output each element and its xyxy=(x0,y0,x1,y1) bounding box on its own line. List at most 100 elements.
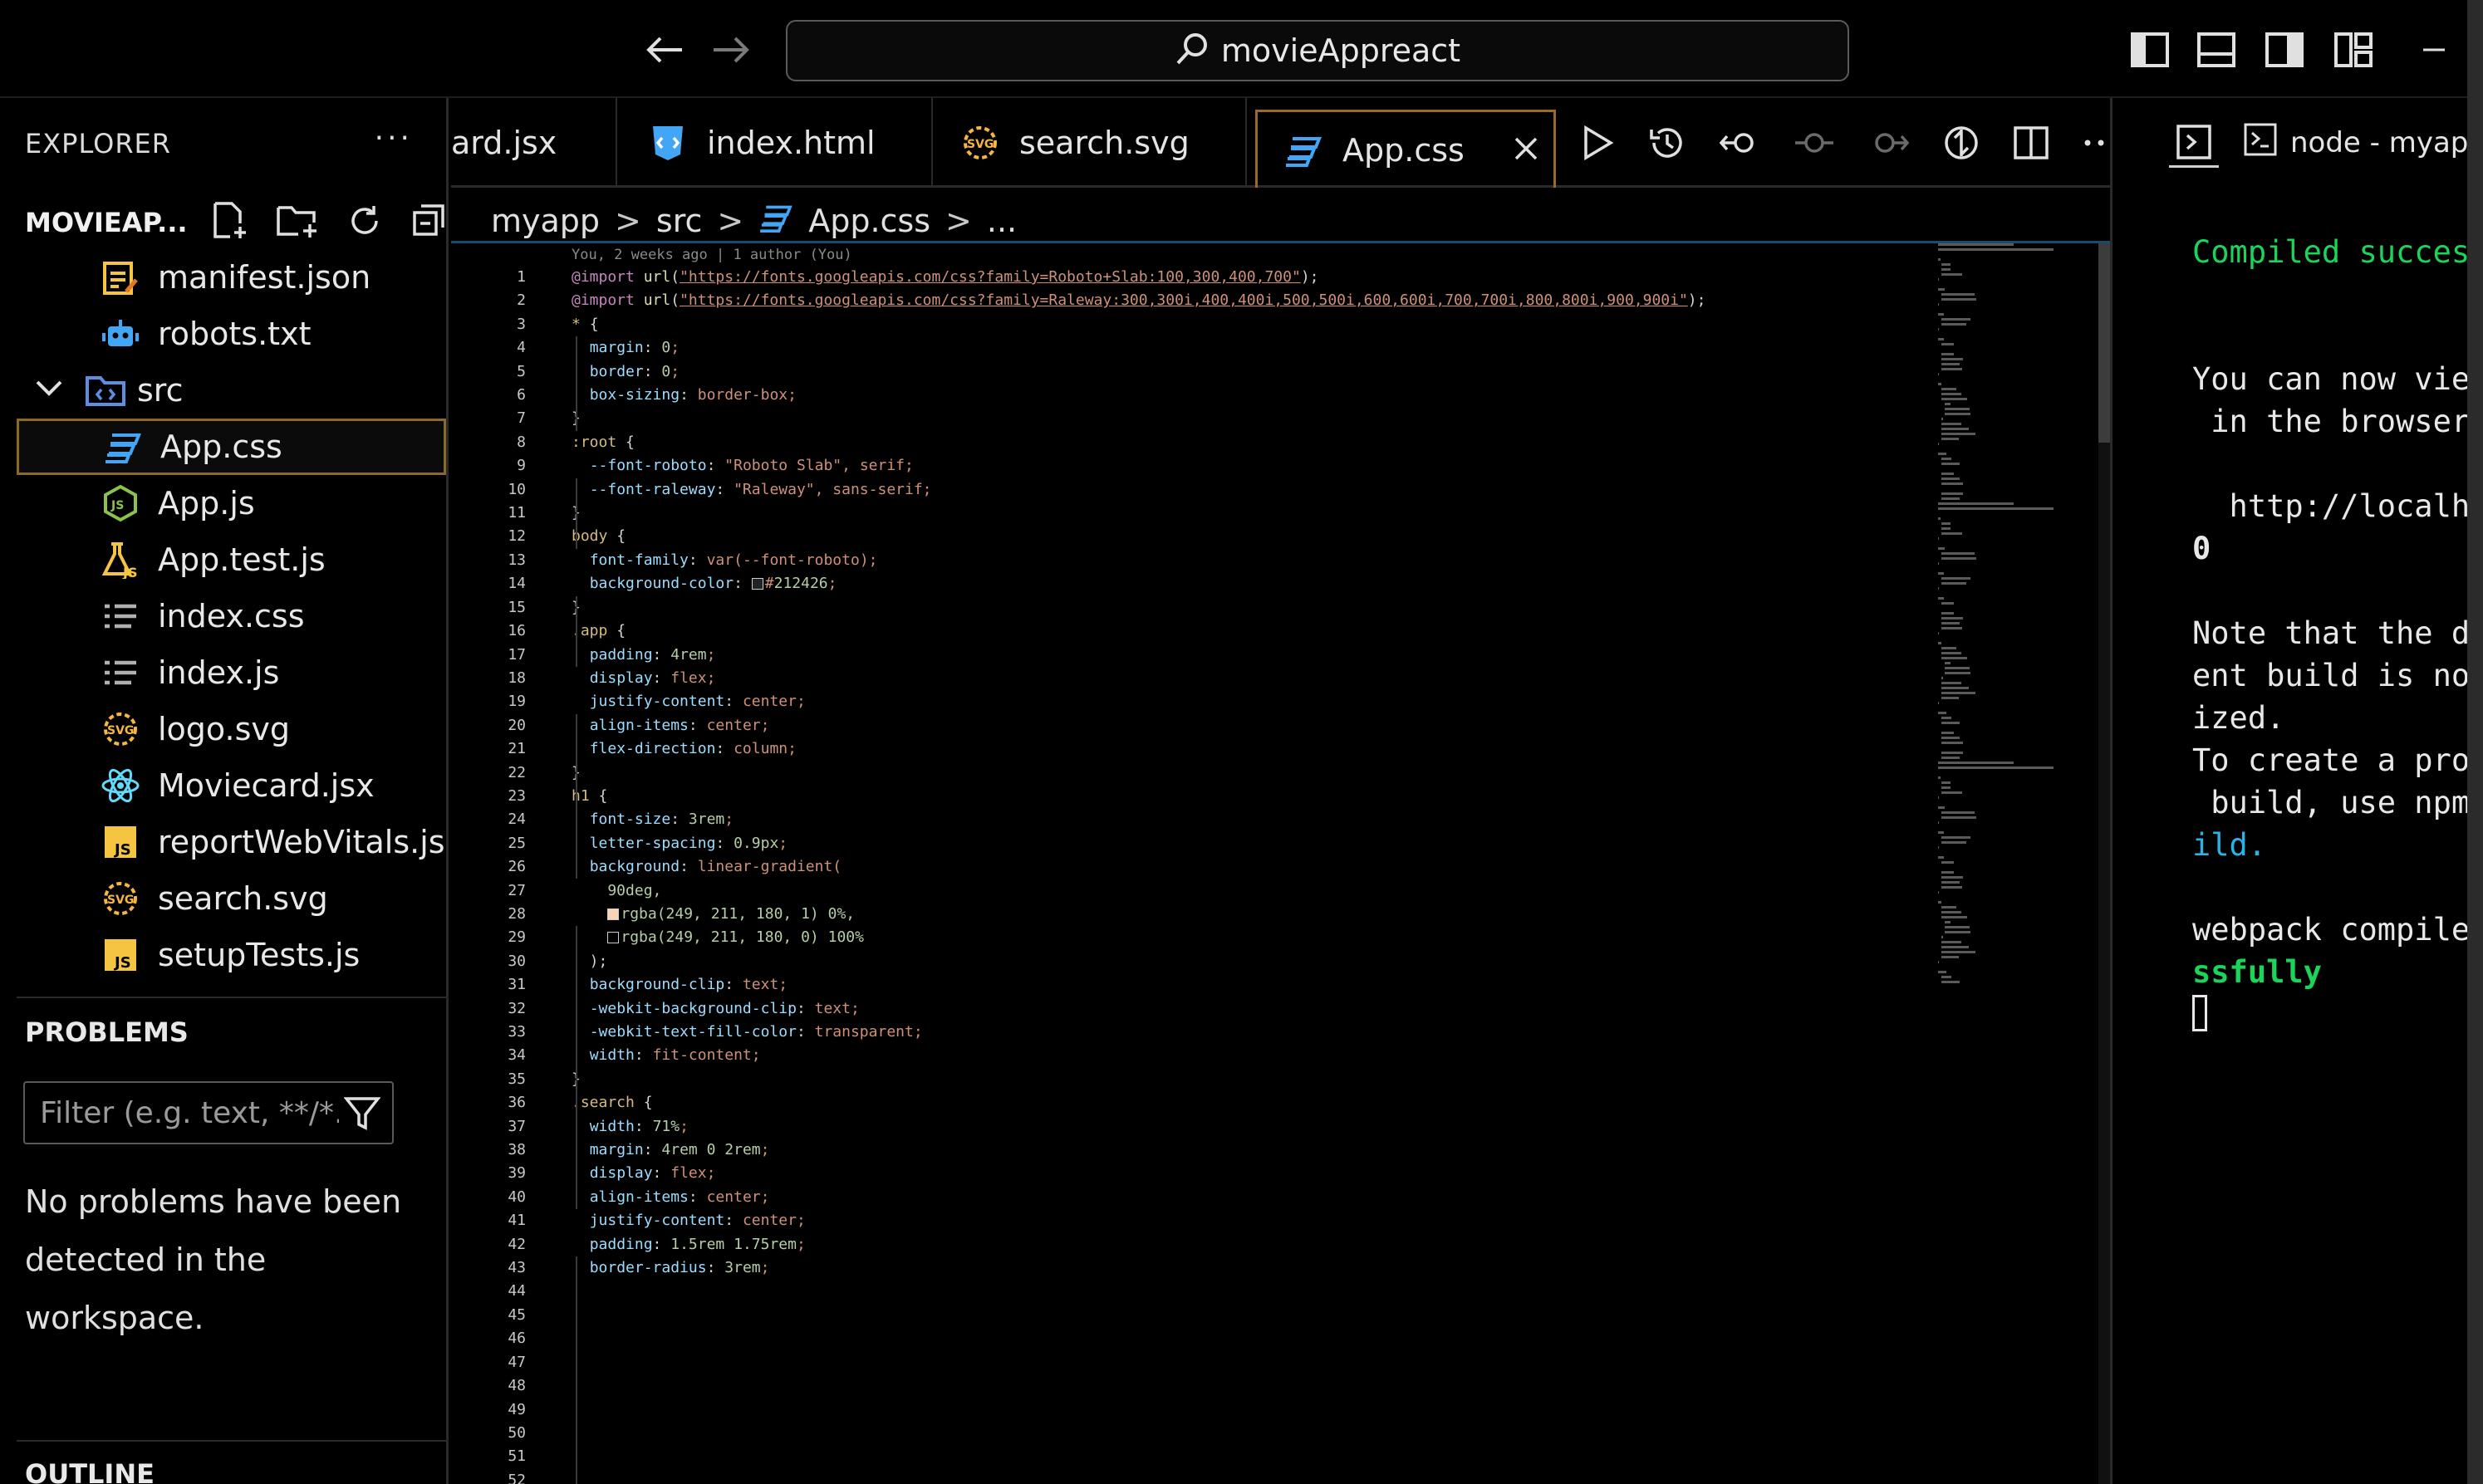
code-line[interactable]: @import url("https://fonts.googleapis.co… xyxy=(572,266,1705,289)
code-line[interactable]: padding: 4rem; xyxy=(572,644,1705,667)
code-line[interactable]: } xyxy=(572,407,1705,430)
breadcrumb-item[interactable]: src xyxy=(656,203,702,239)
tab-moviecard[interactable]: ard.jsx xyxy=(451,98,617,188)
code-line[interactable]: background: linear-gradient( xyxy=(572,855,1705,879)
code-line[interactable]: } xyxy=(572,762,1705,785)
code-line[interactable]: ); xyxy=(572,950,1705,973)
file-item-setup-tests[interactable]: JS setupTests.js xyxy=(17,927,446,983)
run-icon[interactable] xyxy=(1581,125,1614,160)
code-line[interactable]: box-sizing: border-box; xyxy=(572,384,1705,407)
breadcrumb-item[interactable]: ... xyxy=(987,203,1017,239)
file-item-report-web-vitals[interactable]: JS reportWebVitals.js xyxy=(17,814,446,870)
split-editor-icon[interactable] xyxy=(2013,125,2049,160)
filter-icon[interactable] xyxy=(343,1096,381,1134)
code-line[interactable]: font-size: 3rem; xyxy=(572,808,1705,831)
go-to-next-change-icon[interactable] xyxy=(1868,128,1910,158)
terminal-output[interactable]: Compiled succes You can now vie in the b… xyxy=(2192,231,2467,1036)
toggle-panel-icon[interactable] xyxy=(2193,25,2240,75)
code-line[interactable]: h1 { xyxy=(572,785,1705,808)
explorer-more-icon[interactable]: ··· xyxy=(375,121,413,155)
code-line[interactable]: --font-roboto: "Roboto Slab", serif; xyxy=(572,454,1705,478)
code-line[interactable]: * { xyxy=(572,313,1705,336)
tab-search-svg[interactable]: SVG search.svg xyxy=(933,98,1247,188)
code-editor[interactable]: You, 2 weeks ago | 1 author (You) 123456… xyxy=(451,241,2110,1484)
vertical-scrollbar[interactable] xyxy=(2098,243,2110,1484)
file-item-search-svg[interactable]: SVG search.svg xyxy=(17,870,446,927)
code-line[interactable]: background-color: #212426; xyxy=(572,572,1705,595)
code-line[interactable]: display: flex; xyxy=(572,1162,1705,1185)
toggle-secondary-sidebar-icon[interactable] xyxy=(2261,25,2308,75)
code-line[interactable]: padding: 1.5rem 1.75rem; xyxy=(572,1233,1705,1256)
code-line[interactable]: @import url("https://fonts.googleapis.co… xyxy=(572,289,1705,312)
code-line[interactable]: } xyxy=(572,1068,1705,1091)
code-line[interactable]: justify-content: center; xyxy=(572,690,1705,713)
file-item-app-test[interactable]: JS App.test.js xyxy=(17,531,446,588)
file-item-app-js[interactable]: JS App.js xyxy=(17,475,446,531)
project-header[interactable]: MOVIEAP... xyxy=(25,198,444,247)
code-line[interactable]: :root { xyxy=(572,431,1705,454)
code-line[interactable]: border: 0; xyxy=(572,360,1705,384)
code-line[interactable]: margin: 0; xyxy=(572,336,1705,360)
new-folder-icon[interactable] xyxy=(277,203,318,242)
code-line[interactable]: -webkit-text-fill-color: transparent; xyxy=(572,1021,1705,1044)
terminal-tab[interactable]: node - myapp xyxy=(2244,121,2467,164)
file-item-index-js[interactable]: index.js xyxy=(17,644,446,701)
code-line[interactable]: font-family: var(--font-roboto); xyxy=(572,549,1705,572)
code-line[interactable]: margin: 4rem 0 2rem; xyxy=(572,1139,1705,1162)
scrollbar-thumb[interactable] xyxy=(2098,243,2110,443)
code-line[interactable]: background-clip: text; xyxy=(572,973,1705,997)
file-item-logo-svg[interactable]: SVG logo.svg xyxy=(17,701,446,757)
file-item-robots[interactable]: robots.txt xyxy=(17,306,446,362)
arrow-left-icon[interactable] xyxy=(640,25,689,75)
code-line[interactable]: rgba(249, 211, 180, 1) 0%, xyxy=(572,903,1705,926)
minimap[interactable] xyxy=(1938,243,2063,991)
folder-item-src[interactable]: src xyxy=(17,362,446,419)
close-icon[interactable] xyxy=(1514,131,1538,169)
code-line[interactable]: letter-spacing: 0.9px; xyxy=(572,832,1705,855)
refresh-icon[interactable] xyxy=(346,203,383,242)
code-line[interactable]: } xyxy=(572,502,1705,525)
problems-title[interactable]: PROBLEMS xyxy=(25,1016,189,1048)
file-item-moviecard[interactable]: Moviecard.jsx xyxy=(17,757,446,814)
code-line[interactable]: } xyxy=(572,596,1705,620)
code-line[interactable]: -webkit-background-clip: text; xyxy=(572,997,1705,1021)
customize-layout-icon[interactable] xyxy=(2330,25,2377,75)
code-line[interactable]: display: flex; xyxy=(572,667,1705,690)
code-line[interactable]: rgba(249, 211, 180, 0) 100% xyxy=(572,926,1705,949)
code-line[interactable]: width: 71%; xyxy=(572,1115,1705,1139)
code-line[interactable]: justify-content: center; xyxy=(572,1209,1705,1232)
codelens-blame[interactable]: You, 2 weeks ago | 1 author (You) xyxy=(572,247,852,263)
outline-title[interactable]: OUTLINE xyxy=(25,1458,155,1484)
file-item-app-css[interactable]: App.css xyxy=(17,419,446,475)
code-content[interactable]: @import url("https://fonts.googleapis.co… xyxy=(572,266,1705,1280)
code-line[interactable]: .search { xyxy=(572,1091,1705,1114)
tab-index-html[interactable]: index.html xyxy=(617,98,933,188)
code-line[interactable]: --font-raleway: "Raleway", sans-serif; xyxy=(572,478,1705,502)
breadcrumb-item[interactable]: myapp xyxy=(491,203,600,239)
code-line[interactable]: body { xyxy=(572,525,1705,548)
commit-node-icon[interactable] xyxy=(1794,128,1835,158)
code-line[interactable]: 90deg, xyxy=(572,879,1705,903)
toggle-primary-sidebar-icon[interactable] xyxy=(2127,25,2173,75)
file-item-index-css[interactable]: index.css xyxy=(17,588,446,644)
minimize-icon[interactable] xyxy=(2413,25,2455,75)
code-line[interactable]: align-items: center; xyxy=(572,1186,1705,1209)
tab-app-css[interactable]: App.css xyxy=(1255,110,1556,188)
code-line[interactable]: .app { xyxy=(572,620,1705,643)
problems-filter-input[interactable] xyxy=(40,1095,339,1130)
arrow-right-icon[interactable] xyxy=(706,25,756,75)
code-line[interactable]: border-radius: 3rem; xyxy=(572,1256,1705,1280)
code-line[interactable]: flex-direction: column; xyxy=(572,737,1705,761)
code-line[interactable]: align-items: center; xyxy=(572,714,1705,737)
collapse-all-icon[interactable] xyxy=(411,203,448,242)
command-search-box[interactable]: movieAppreact xyxy=(786,20,1849,81)
timeline-history-icon[interactable] xyxy=(1647,125,1686,161)
new-file-icon[interactable] xyxy=(212,202,248,243)
compare-changes-icon[interactable] xyxy=(1943,125,1980,161)
breadcrumb-item[interactable]: App.css xyxy=(808,203,930,239)
go-to-previous-change-icon[interactable] xyxy=(1719,128,1760,158)
problems-filter[interactable] xyxy=(23,1081,394,1144)
file-item-manifest[interactable]: manifest.json xyxy=(17,249,446,306)
code-line[interactable]: width: fit-content; xyxy=(572,1044,1705,1067)
terminal-view-icon[interactable] xyxy=(2169,118,2219,168)
